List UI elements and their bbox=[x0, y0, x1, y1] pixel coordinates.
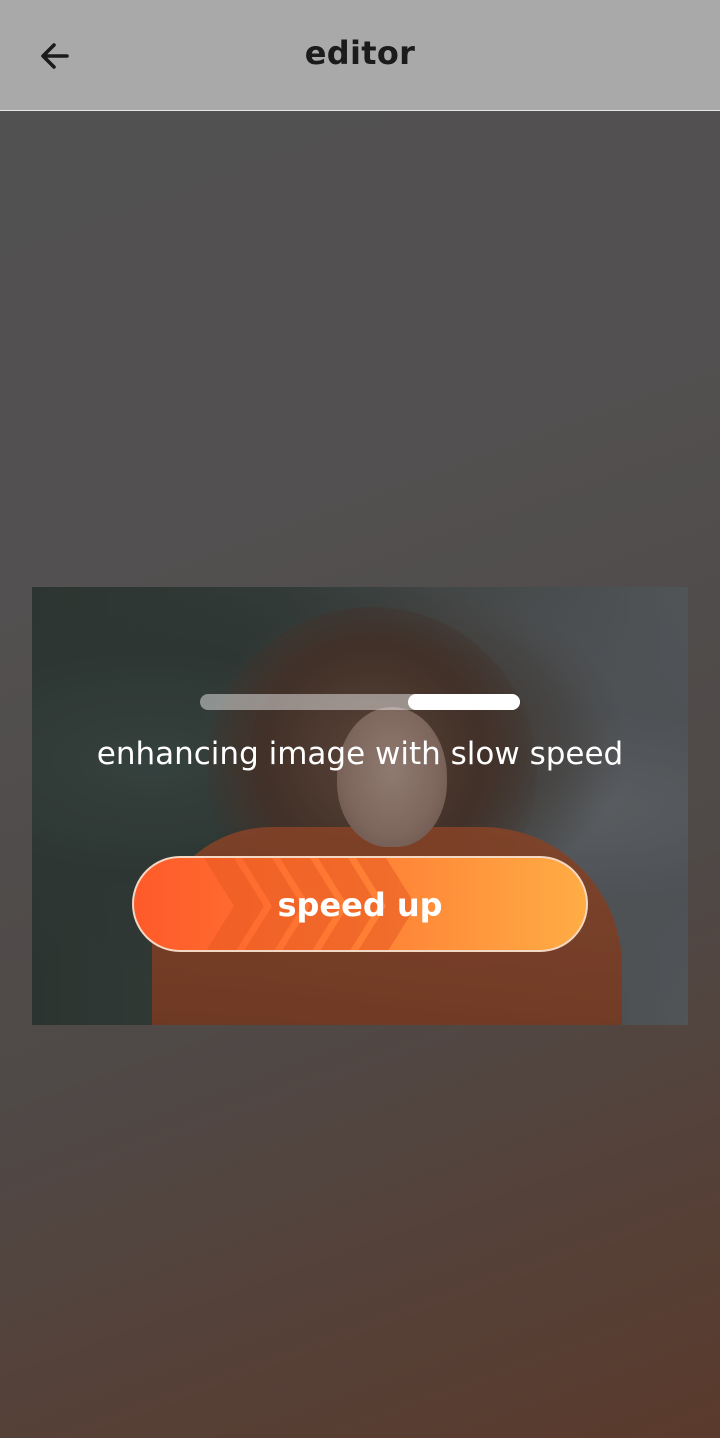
top-app-bar: editor bbox=[0, 0, 720, 111]
speed-up-label: speed up bbox=[277, 886, 443, 924]
progress-bar bbox=[200, 694, 520, 710]
preview-image bbox=[32, 587, 688, 1025]
status-text: enhancing image with slow speed bbox=[96, 736, 624, 772]
speed-up-button[interactable]: speed up bbox=[132, 856, 588, 952]
progress-indicator bbox=[408, 694, 520, 710]
page-title: editor bbox=[304, 34, 416, 72]
